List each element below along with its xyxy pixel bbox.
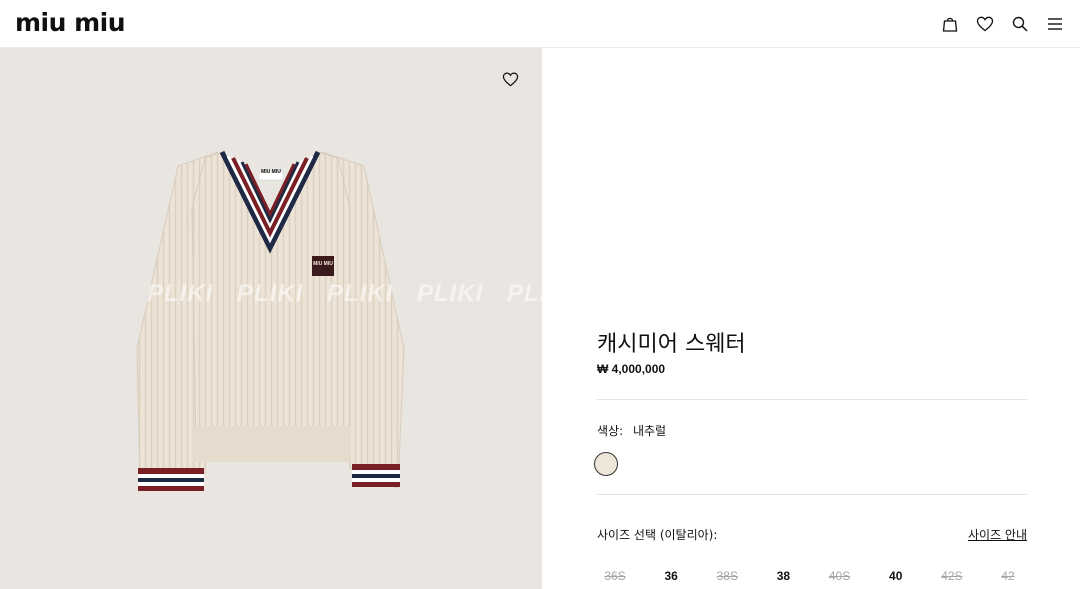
brand-logo[interactable]: miu miu bbox=[15, 9, 126, 37]
color-label: 색상: bbox=[597, 424, 624, 438]
size-option[interactable]: 38S bbox=[715, 569, 739, 583]
divider bbox=[597, 399, 1027, 400]
size-row: 사이즈 선택 (이탈리아): 사이즈 안내 bbox=[597, 526, 1027, 543]
color-swatch-natural[interactable] bbox=[594, 452, 618, 476]
size-option[interactable]: 42 bbox=[996, 569, 1020, 583]
color-row: 색상: 내추럴 bbox=[597, 422, 666, 439]
size-option[interactable]: 36S bbox=[603, 569, 627, 583]
size-option[interactable]: 40S bbox=[828, 569, 852, 583]
watermark-text: PLIKI bbox=[327, 280, 394, 307]
watermark-text: PLIKI bbox=[417, 280, 484, 307]
size-option[interactable]: 40 bbox=[884, 569, 908, 583]
garment-badge: MIU MIU bbox=[313, 261, 333, 267]
size-guide-link[interactable]: 사이즈 안내 bbox=[968, 526, 1027, 543]
divider bbox=[597, 494, 1027, 495]
sweater-image bbox=[136, 150, 405, 491]
watermark-text: PLI bbox=[507, 280, 542, 307]
color-value: 내추럴 bbox=[632, 424, 667, 438]
size-options: 36S 36 38S 38 40S 40 42S 42 bbox=[597, 569, 1027, 583]
watermark-text: PLIKI bbox=[237, 280, 304, 307]
watermark: PLIKI PLIKI PLIKI PLIKI PLI bbox=[0, 280, 542, 310]
product-price: ₩ 4,000,000 bbox=[597, 362, 666, 376]
menu-icon[interactable] bbox=[1043, 12, 1066, 35]
product-details: 캐시미어 스웨터 ₩ 4,000,000 색상: 내추럴 사이즈 선택 (이탈리… bbox=[594, 0, 1027, 589]
size-option[interactable]: 38 bbox=[771, 569, 795, 583]
size-option[interactable]: 42S bbox=[940, 569, 964, 583]
product-title: 캐시미어 스웨터 bbox=[597, 332, 746, 357]
watermark-text: PLIKI bbox=[147, 280, 214, 307]
product-image-panel[interactable]: MIU MIU MIU MIU PLIKI PLIKI PLIKI PLIKI … bbox=[0, 48, 542, 589]
garment-label: MIU MIU bbox=[261, 169, 281, 175]
size-option[interactable]: 36 bbox=[659, 569, 683, 583]
size-label: 사이즈 선택 (이탈리아): bbox=[597, 528, 718, 542]
wishlist-heart-icon[interactable] bbox=[499, 68, 521, 90]
